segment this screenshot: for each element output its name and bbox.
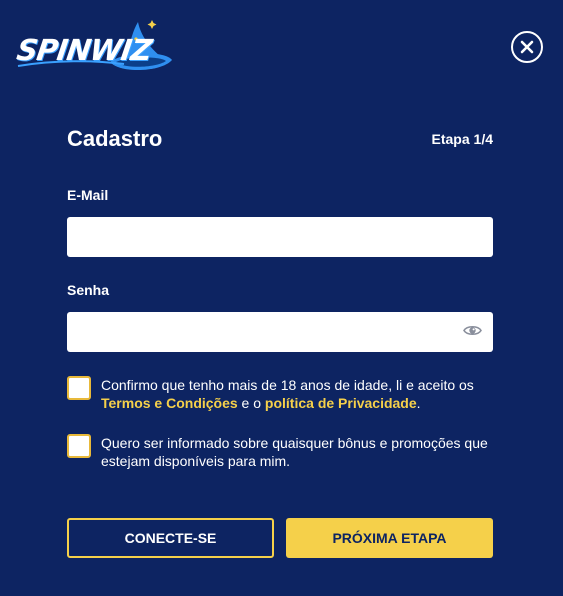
age-consent-text-start: Confirmo que tenho mais de 18 anos de id… bbox=[101, 377, 474, 393]
password-label: Senha bbox=[67, 282, 110, 298]
age-consent-text-end: . bbox=[416, 395, 421, 411]
age-consent-checkbox[interactable] bbox=[67, 376, 91, 400]
login-button[interactable]: CONECTE-SE bbox=[67, 518, 274, 558]
age-consent-row: Confirmo que tenho mais de 18 anos de id… bbox=[67, 376, 497, 412]
page-title: Cadastro bbox=[67, 126, 163, 151]
marketing-consent-checkbox[interactable] bbox=[67, 434, 91, 458]
next-step-button[interactable]: PRÓXIMA ETAPA bbox=[286, 518, 493, 558]
close-button[interactable] bbox=[511, 31, 543, 63]
marketing-consent-text: Quero ser informado sobre quaisquer bônu… bbox=[101, 435, 488, 469]
password-field[interactable] bbox=[67, 312, 493, 352]
eye-icon bbox=[463, 325, 482, 336]
logo-wordmark: SPINWIZ bbox=[14, 33, 154, 67]
age-consent-text-middle: e o bbox=[237, 395, 265, 411]
age-consent-text: Confirmo que tenho mais de 18 anos de id… bbox=[101, 376, 497, 412]
terms-link[interactable]: Termos e Condições bbox=[101, 395, 238, 411]
privacy-link[interactable]: política de Privacidade bbox=[265, 395, 417, 411]
step-indicator: Etapa 1/4 bbox=[431, 131, 493, 147]
email-field[interactable] bbox=[67, 217, 493, 257]
brand-logo: SPINWIZ bbox=[14, 14, 174, 76]
close-icon bbox=[520, 40, 534, 54]
marketing-consent-row: Quero ser informado sobre quaisquer bônu… bbox=[67, 434, 497, 470]
email-label: E-Mail bbox=[67, 187, 109, 203]
show-password-icon[interactable] bbox=[463, 322, 482, 339]
registration-modal: SPINWIZ Cadastro Etapa 1/4 E-Mail Senha … bbox=[0, 0, 563, 596]
